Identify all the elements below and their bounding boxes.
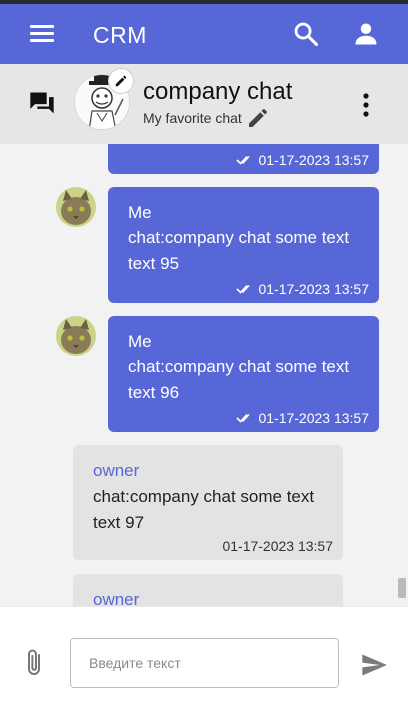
message-time: 01-17-2023 13:57 [258,281,369,297]
pencil-icon[interactable] [246,106,270,130]
message-text: chat:company chat some text text 95 [128,228,350,273]
message-composer [0,606,408,712]
message-bubble: Me chat:company chat some text text 96 0… [108,316,379,432]
chat-header: company chat My favorite chat [0,64,408,144]
double-check-icon [236,413,251,423]
edit-avatar-button[interactable] [108,68,134,94]
double-check-icon [236,155,251,165]
message-bubble: 01-17-2023 13:57 [108,144,379,174]
menu-icon[interactable] [28,22,56,46]
chat-subtitle: My favorite chat [143,110,242,126]
search-icon[interactable] [292,20,320,48]
message-sender: Me [128,203,152,222]
chat-name: company chat [143,78,293,105]
avatar[interactable] [56,316,96,356]
send-icon[interactable] [358,651,390,679]
account-icon[interactable] [352,20,380,48]
message-text: chat:company chat some text text 97 [93,487,315,532]
cat-avatar-image [56,316,96,356]
message-meta: 01-17-2023 13:57 [222,538,333,554]
paperclip-icon[interactable] [22,647,48,679]
forum-icon[interactable] [28,89,56,117]
app-bar: CRM [0,4,408,64]
message-sender: Me [128,332,152,351]
message-time: 01-17-2023 13:57 [222,538,333,554]
cat-avatar-image [56,187,96,227]
message-bubble: owner chat:company chat some text text 9… [73,445,343,560]
message-sender: owner [93,590,140,606]
message-sender: owner [93,461,140,480]
message-bubble: owner [73,574,343,606]
app-title: CRM [93,22,147,48]
message-meta: 01-17-2023 13:57 [236,152,369,168]
message-time: 01-17-2023 13:57 [258,152,369,168]
pencil-icon [115,75,127,87]
message-input[interactable] [70,638,339,688]
scrollbar-thumb[interactable] [398,578,406,598]
more-vert-icon[interactable] [356,92,376,118]
message-list[interactable]: 01-17-2023 13:57 Me chat:company chat so… [0,144,408,606]
avatar[interactable] [56,187,96,227]
message-meta: 01-17-2023 13:57 [236,281,369,297]
message-bubble: Me chat:company chat some text text 95 0… [108,187,379,303]
double-check-icon [236,284,251,294]
message-meta: 01-17-2023 13:57 [236,410,369,426]
message-text: chat:company chat some text text 96 [128,357,350,402]
message-time: 01-17-2023 13:57 [258,410,369,426]
